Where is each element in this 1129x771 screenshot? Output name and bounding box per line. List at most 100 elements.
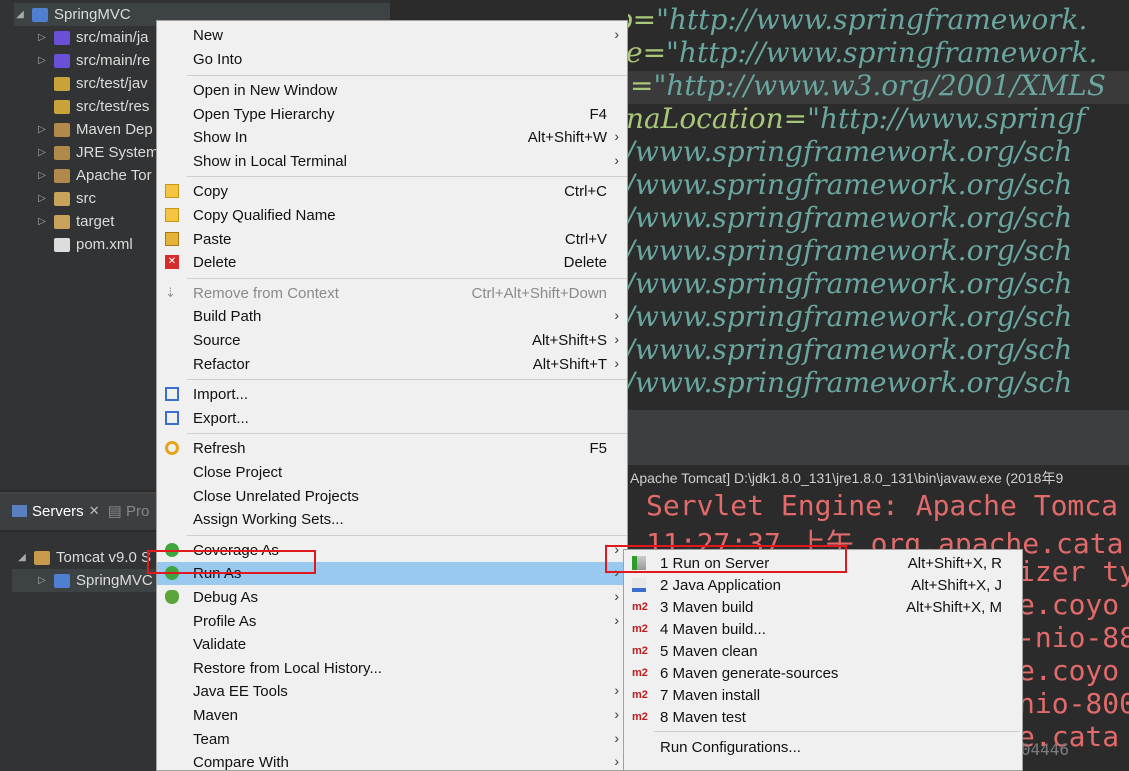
submenu-item-8-maven-test[interactable]: m2 8 Maven test: [624, 706, 1022, 729]
expand-arrow-icon[interactable]: ▷: [36, 124, 48, 135]
tree-item[interactable]: src/test/res: [36, 95, 149, 118]
expand-arrow-icon[interactable]: ▷: [36, 147, 48, 158]
code-value: //www.springframework.org/sch: [628, 234, 1073, 267]
console-line: Servlet Engine: Apache Tomca: [646, 489, 1119, 522]
menu-item-maven[interactable]: Maven ›: [157, 704, 627, 727]
server-module[interactable]: ▷ SpringMVC: [12, 569, 160, 592]
menu-item-copy-qualified-name[interactable]: Copy Qualified Name: [157, 204, 627, 227]
xml-editor[interactable]: xmlns:aop="http://www.springframework.e=…: [628, 0, 1129, 410]
submenu-item-run-configurations[interactable]: Run Configurations...: [624, 736, 1022, 759]
expand-arrow-icon[interactable]: ▷: [36, 170, 48, 181]
collapse-arrow-icon[interactable]: ◢: [16, 552, 28, 563]
menu-item-label: Close Unrelated Projects: [193, 487, 359, 505]
menu-item-restore-from-local-history[interactable]: Restore from Local History...: [157, 657, 627, 680]
menu-item-label: Refresh: [193, 440, 246, 458]
menu-item-close-project[interactable]: Close Project: [157, 461, 627, 484]
menu-item-shortcut: Ctrl+V: [564, 230, 607, 248]
tree-item[interactable]: ▷ src/main/re: [36, 49, 150, 72]
folder-icon: [54, 237, 70, 252]
expand-arrow-icon[interactable]: ▷: [36, 216, 48, 227]
tree-item[interactable]: ▷ Maven Dep: [36, 118, 153, 141]
tree-item[interactable]: ▷ JRE System: [36, 141, 158, 164]
submenu-item-5-maven-clean[interactable]: m2 5 Maven clean: [624, 640, 1022, 663]
menu-item-shortcut: Alt+Shift+T: [532, 355, 607, 373]
submenu-item-3-maven-build[interactable]: m2 3 Maven build Alt+Shift+X, M: [624, 596, 1022, 619]
menu-item-refresh[interactable]: Refresh F5: [157, 437, 627, 460]
tree-item[interactable]: pom.xml: [36, 233, 133, 256]
submenu-item-label: 6 Maven generate-sources: [660, 665, 839, 682]
submenu-item-label: 4 Maven build...: [660, 621, 766, 638]
chevron-right-icon: ›: [614, 128, 619, 145]
menu-item-team[interactable]: Team ›: [157, 728, 627, 751]
menu-item-show-in-local-terminal[interactable]: Show in Local Terminal ›: [157, 150, 627, 173]
servers-icon: [12, 505, 27, 517]
module-icon: [54, 573, 70, 588]
submenu-item-6-maven-generate-sources[interactable]: m2 6 Maven generate-sources: [624, 662, 1022, 685]
server-tomcat[interactable]: ◢ Tomcat v9.0 S: [16, 546, 151, 569]
submenu-item-shortcut: Alt+Shift+X, M: [906, 599, 1002, 616]
menu-item-go-into[interactable]: Go Into: [157, 48, 627, 71]
menu-item-new[interactable]: New ›: [157, 24, 627, 47]
menu-item-label: Paste: [193, 230, 232, 248]
menu-item-refactor[interactable]: Refactor Alt+Shift+T ›: [157, 353, 627, 376]
tab-properties[interactable]: ▤ Pro: [108, 502, 150, 520]
menu-item-compare-with[interactable]: Compare With ›: [157, 751, 627, 770]
menu-item-label: Copy Qualified Name: [193, 207, 336, 224]
tree-item[interactable]: src/test/jav: [36, 72, 148, 95]
menu-item-debug-as[interactable]: Debug As ›: [157, 586, 627, 609]
copy-qualified-icon: [165, 208, 179, 222]
expand-arrow-icon[interactable]: ▷: [36, 55, 48, 66]
tree-item-label: src/test/jav: [76, 75, 148, 92]
submenu-item-7-maven-install[interactable]: m2 7 Maven install: [624, 684, 1022, 707]
menu-item-label: Close Project: [193, 464, 283, 481]
menu-item-shortcut: F4: [589, 105, 607, 123]
folder-icon: [54, 191, 70, 206]
menu-item-export[interactable]: Export...: [157, 407, 627, 430]
menu-item-import[interactable]: Import...: [157, 383, 627, 406]
chevron-right-icon: ›: [614, 706, 619, 722]
editor-console-divider: [628, 410, 1129, 465]
menu-item-label: Export...: [193, 409, 249, 427]
menu-item-paste[interactable]: Paste Ctrl+V: [157, 228, 627, 251]
close-icon[interactable]: ✕: [89, 503, 100, 519]
tree-item[interactable]: ▷ src: [36, 187, 96, 210]
menu-item-shortcut: F5: [589, 440, 607, 458]
menu-item-label: Show In: [193, 129, 248, 147]
menu-item-source[interactable]: Source Alt+Shift+S ›: [157, 329, 627, 352]
menu-item-profile-as[interactable]: Profile As ›: [157, 610, 627, 633]
code-value: "http://www.springframework.: [666, 36, 1098, 69]
properties-icon: ▤: [107, 503, 126, 520]
submenu-item-label: 2 Java Application: [660, 577, 781, 594]
collapse-arrow-icon[interactable]: ◢: [14, 9, 26, 20]
submenu-item-4-maven-build[interactable]: m2 4 Maven build...: [624, 618, 1022, 641]
menu-item-close-unrelated-projects[interactable]: Close Unrelated Projects: [157, 485, 627, 508]
code-value: //www.springframework.org/sch: [628, 168, 1073, 201]
tree-item[interactable]: ▷ src/main/ja: [36, 26, 148, 49]
menu-item-open-in-new-window[interactable]: Open in New Window: [157, 79, 627, 102]
tab-servers[interactable]: Servers ✕ ▤ Pro: [12, 502, 149, 520]
chevron-right-icon: ›: [614, 354, 619, 371]
folder-icon: [54, 30, 70, 45]
menu-item-shortcut: Ctrl+Alt+Shift+Down: [471, 284, 607, 302]
expand-arrow-icon[interactable]: ▷: [36, 193, 48, 204]
tree-item-label: Maven Dep: [76, 121, 153, 138]
menu-item-build-path[interactable]: Build Path ›: [157, 305, 627, 328]
menu-item-label: Team: [193, 730, 230, 748]
menu-item-java-ee-tools[interactable]: Java EE Tools ›: [157, 680, 627, 703]
expand-arrow-icon[interactable]: ▷: [36, 32, 48, 43]
expand-arrow-icon[interactable]: ▷: [36, 575, 48, 586]
servers-body: ◢ Tomcat v9.0 S ▷ SpringMVC: [0, 532, 160, 771]
menu-item-validate[interactable]: Validate: [157, 633, 627, 656]
menu-item-copy[interactable]: Copy Ctrl+C: [157, 180, 627, 203]
menu-item-delete[interactable]: ✕ Delete Delete: [157, 251, 627, 274]
menu-item-shortcut: Alt+Shift+W: [527, 129, 607, 147]
tree-item[interactable]: ▷ Apache Tor: [36, 164, 151, 187]
submenu-item-label: 5 Maven clean: [660, 643, 758, 660]
menu-item-assign-working-sets[interactable]: Assign Working Sets...: [157, 508, 627, 531]
submenu-item-2-java-application[interactable]: 2 Java Application Alt+Shift+X, J: [624, 574, 1022, 597]
menu-item-label: Build Path: [193, 308, 262, 326]
chevron-right-icon: ›: [614, 307, 619, 324]
tree-item[interactable]: ▷ target: [36, 210, 114, 233]
menu-item-open-type-hierarchy[interactable]: Open Type Hierarchy F4: [157, 103, 627, 126]
menu-item-show-in[interactable]: Show In Alt+Shift+W ›: [157, 126, 627, 149]
